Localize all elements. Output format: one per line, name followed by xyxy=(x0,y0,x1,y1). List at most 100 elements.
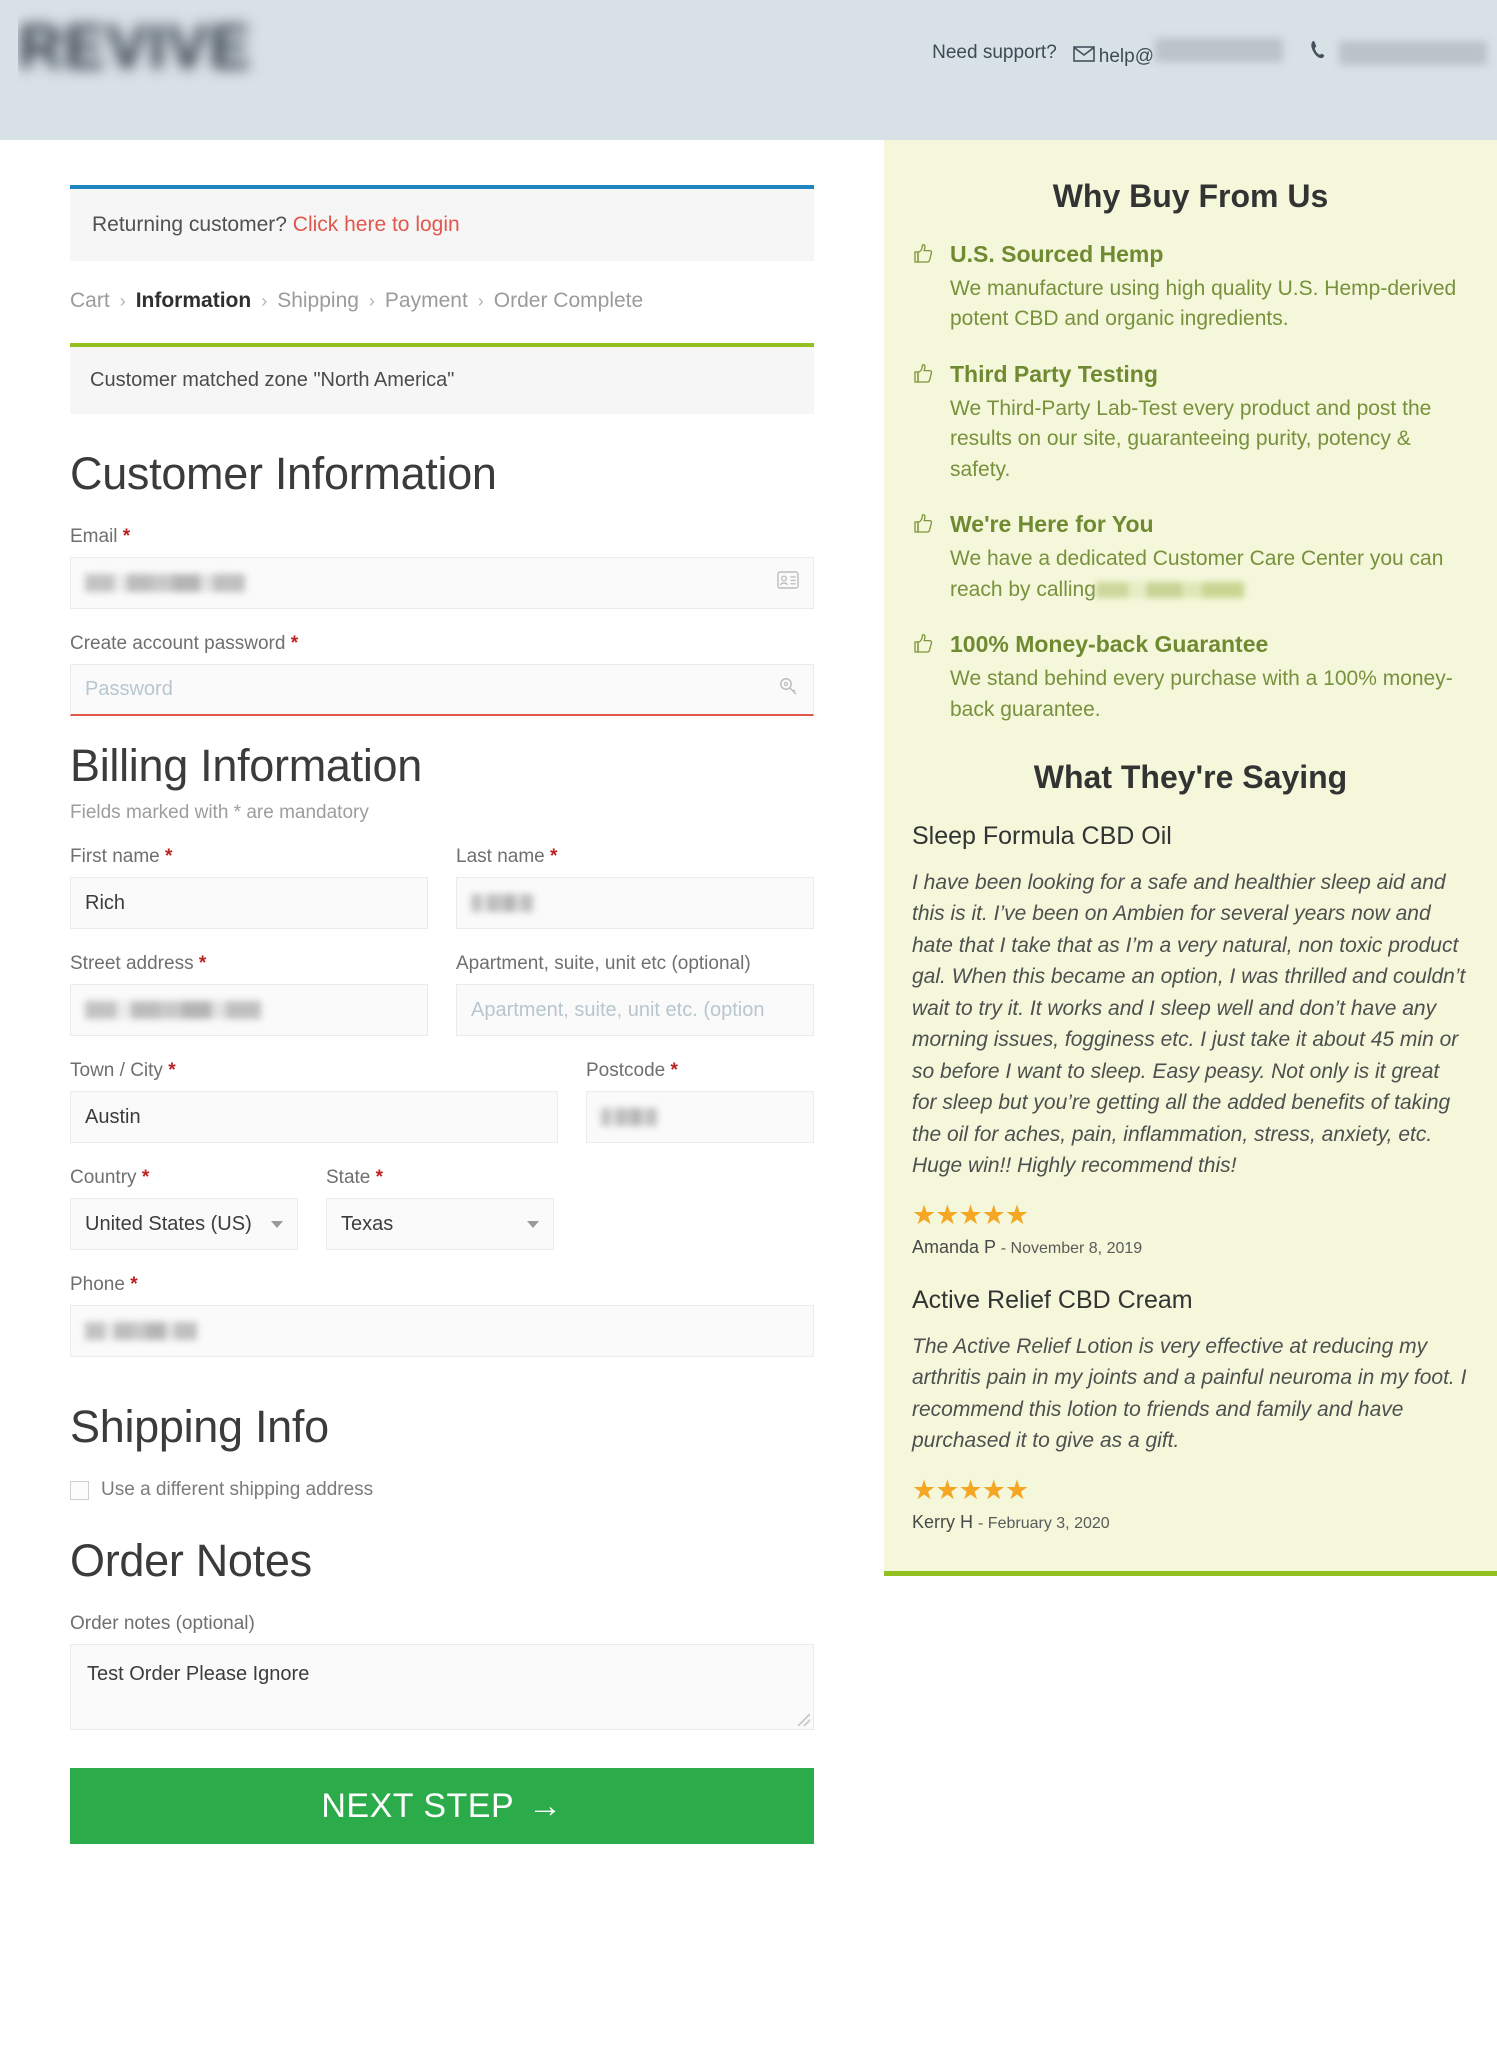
review-item: Active Relief CBD Cream The Active Relie… xyxy=(912,1286,1469,1533)
breadcrumb-item-cart[interactable]: Cart xyxy=(70,289,110,313)
breadcrumb-separator: › xyxy=(261,290,268,311)
envelope-icon xyxy=(1072,45,1095,62)
postcode-group: Postcode * xyxy=(586,1060,814,1143)
support-phone-redacted xyxy=(1339,41,1487,65)
required-marker: * xyxy=(670,1060,678,1081)
benefit-third-party-testing: Third Party Testing We Third-Party Lab-T… xyxy=(912,361,1469,485)
required-marker: * xyxy=(122,526,131,547)
breadcrumb-separator: › xyxy=(477,290,484,311)
password-field-group: Create account password * Password xyxy=(70,633,814,716)
password-label-text: Create account password xyxy=(70,633,286,654)
star-icon: ★ xyxy=(935,1474,959,1505)
required-marker: * xyxy=(198,953,207,974)
last-name-label: Last name * xyxy=(456,846,814,868)
mandatory-fields-note: Fields marked with * are mandatory xyxy=(70,802,369,823)
state-label-text: State xyxy=(326,1167,371,1188)
city-input[interactable]: Austin xyxy=(70,1091,558,1143)
star-icon: ★ xyxy=(981,1474,1006,1505)
review-text: I have been looking for a safe and healt… xyxy=(912,870,1466,1178)
order-notes-heading: Order Notes xyxy=(70,1535,312,1586)
apartment-label: Apartment, suite, unit etc (optional) xyxy=(456,953,751,974)
street-address-label-text: Street address xyxy=(70,953,194,974)
support-email-redacted xyxy=(1155,38,1283,62)
different-shipping-address-checkbox[interactable] xyxy=(70,1480,89,1500)
email-label-text: Email xyxy=(70,526,118,547)
state-select[interactable]: Texas xyxy=(326,1198,554,1250)
state-label: State * xyxy=(326,1167,554,1189)
breadcrumb-item-information[interactable]: Information xyxy=(136,289,252,313)
breadcrumb-separator: › xyxy=(368,290,375,311)
review-author: Amanda P xyxy=(912,1236,996,1257)
apartment-input[interactable]: Apartment, suite, unit etc. (option xyxy=(456,984,814,1036)
password-input[interactable]: Password xyxy=(70,664,814,716)
returning-customer-text: Returning customer? xyxy=(92,213,287,236)
sidebar-column: Why Buy From Us U.S. Sourced Hemp We man… xyxy=(884,140,1497,2048)
first-name-input[interactable]: Rich xyxy=(70,877,428,929)
star-icon: ★ xyxy=(958,1474,982,1505)
review-product-name: Sleep Formula CBD Oil xyxy=(912,821,1172,850)
review-product-name: Active Relief CBD Cream xyxy=(912,1285,1193,1314)
phone-input[interactable] xyxy=(70,1305,814,1357)
required-marker: * xyxy=(290,633,299,654)
breadcrumb: Cart › Information › Shipping › Payment … xyxy=(70,289,814,313)
breadcrumb-item-shipping[interactable]: Shipping xyxy=(277,289,359,313)
zone-notice: Customer matched zone "North America" xyxy=(70,343,814,414)
benefit-title: U.S. Sourced Hemp xyxy=(950,241,1164,267)
benefit-title: Third Party Testing xyxy=(950,360,1158,387)
country-group: Country * United States (US) xyxy=(70,1167,298,1250)
different-shipping-address-label: Use a different shipping address xyxy=(101,1479,374,1500)
testimonials-heading: What They're Saying xyxy=(1033,758,1348,795)
thumbs-up-icon xyxy=(912,511,938,605)
resize-handle[interactable] xyxy=(798,1714,810,1726)
breadcrumb-item-order-complete[interactable]: Order Complete xyxy=(494,289,643,313)
login-link[interactable]: Click here to login xyxy=(293,213,460,236)
phone-value-redacted xyxy=(85,1322,197,1340)
sidebar-panel: Why Buy From Us U.S. Sourced Hemp We man… xyxy=(884,140,1497,1576)
care-center-phone-redacted xyxy=(1095,582,1244,599)
state-group: State * Texas xyxy=(326,1167,554,1250)
star-icon: ★ xyxy=(958,1199,982,1230)
star-icon: ★ xyxy=(912,1474,936,1505)
support-email[interactable]: help@ xyxy=(1099,38,1283,68)
email-input[interactable] xyxy=(70,557,814,609)
review-text: The Active Relief Lotion is very effecti… xyxy=(912,1334,1467,1453)
order-notes-textarea[interactable]: Test Order Please Ignore xyxy=(70,1644,814,1730)
different-shipping-address-row[interactable]: Use a different shipping address xyxy=(70,1479,814,1501)
required-marker: * xyxy=(141,1167,150,1188)
breadcrumb-item-payment[interactable]: Payment xyxy=(385,289,468,313)
thumbs-up-icon xyxy=(912,631,938,725)
street-address-input[interactable] xyxy=(70,984,428,1036)
country-select[interactable]: United States (US) xyxy=(70,1198,298,1250)
support-email-prefix: help@ xyxy=(1098,46,1154,67)
support-bar: Need support? help@ xyxy=(932,38,1487,68)
postcode-input[interactable] xyxy=(586,1091,814,1143)
phone-label-text: Phone xyxy=(70,1274,125,1295)
checkout-page: Returning customer? Click here to login … xyxy=(0,140,1497,2048)
postcode-value-redacted xyxy=(601,1108,657,1126)
review-date: - November 8, 2019 xyxy=(1000,1239,1143,1257)
next-step-button[interactable]: NEXT STEP → xyxy=(70,1768,814,1844)
star-rating: ★★★★★ xyxy=(912,1475,1469,1506)
city-group: Town / City * Austin xyxy=(70,1060,558,1143)
country-label: Country * xyxy=(70,1167,298,1189)
city-postcode-row: Town / City * Austin Postcode * xyxy=(70,1060,814,1167)
email-field-group: Email * xyxy=(70,526,814,609)
postcode-label-text: Postcode xyxy=(586,1060,666,1081)
name-row: First name * Rich Last name * xyxy=(70,846,814,953)
required-marker: * xyxy=(375,1167,384,1188)
star-rating: ★★★★★ xyxy=(912,1200,1469,1231)
review-attribution: Amanda P - November 8, 2019 xyxy=(912,1237,1469,1258)
benefit-body: We Third-Party Lab-Test every product an… xyxy=(950,396,1432,481)
required-marker: * xyxy=(168,1060,176,1081)
star-icon: ★ xyxy=(981,1199,1006,1230)
support-label: Need support? xyxy=(932,42,1057,63)
order-notes-group: Order notes (optional) Test Order Please… xyxy=(70,1613,814,1730)
star-icon: ★ xyxy=(1004,1199,1029,1230)
password-placeholder: Password xyxy=(85,678,173,700)
last-name-input[interactable] xyxy=(456,877,814,929)
phone-label: Phone * xyxy=(70,1274,814,1296)
contact-card-icon[interactable] xyxy=(777,571,799,595)
key-icon[interactable] xyxy=(779,677,799,703)
benefit-were-here-for-you: We're Here for You We have a dedicated C… xyxy=(912,511,1469,605)
brand-logo[interactable]: REVIVE xyxy=(18,6,328,96)
